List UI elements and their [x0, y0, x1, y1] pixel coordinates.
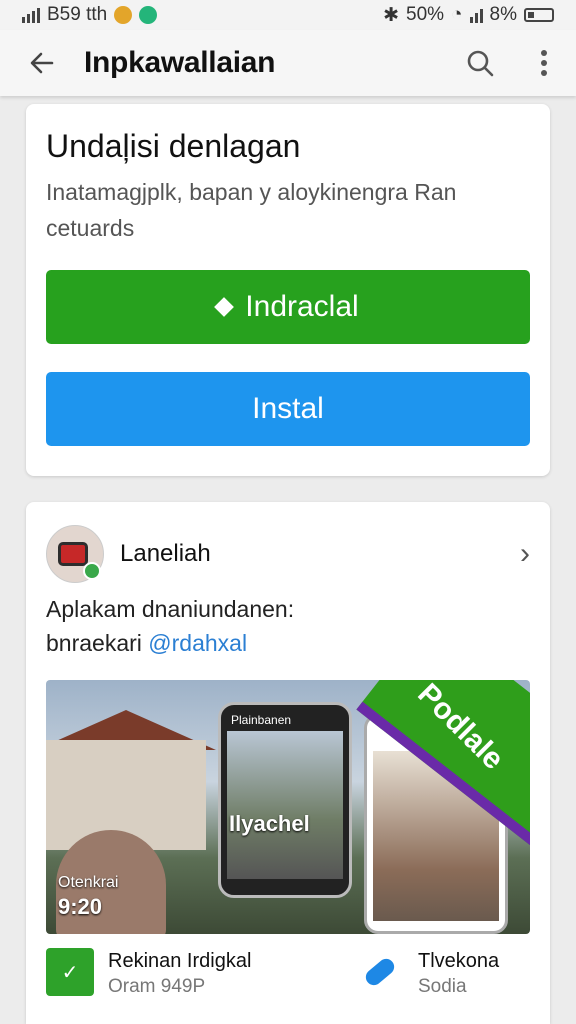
primary-install-button[interactable]: Indraclal [46, 270, 530, 344]
app-name-title: Undaļisi denlagan [46, 128, 301, 164]
phone-screen-label: Ilyachel [229, 811, 310, 836]
developer-handle-link[interactable]: @rdahxal [148, 630, 247, 656]
developer-description-line2: bnraekari @rdahxal [46, 626, 294, 660]
developer-description-line1: Aplakam dnaniundanen: [46, 596, 295, 622]
install-card: Undaļisi denlagan Inatamagjplk, bapan y … [26, 104, 550, 476]
bag-icon [58, 542, 88, 566]
promo-overlay-time: 9:20 [58, 894, 103, 919]
related-app-item[interactable]: Tlvekona Sodia [356, 948, 526, 1000]
related-app-name: Rekinan Irdigkal [108, 950, 252, 972]
phone-mockup-left: Plainbanen Ilyachel [218, 702, 352, 898]
app-notification-icon [139, 6, 158, 24]
search-button[interactable] [448, 30, 512, 96]
signal-icon [22, 7, 40, 23]
developer-avatar [46, 525, 104, 583]
cell-signal-icon [469, 7, 483, 23]
wifi-icon: ◔ [451, 4, 463, 25]
developer-card: Laneliah › Aplakam dnaniundanen: bnraeka… [26, 502, 550, 1024]
developer-description: Aplakam dnaniundanen: bnraekari @rdahxal [46, 592, 294, 660]
check-icon: ✓ [46, 948, 94, 996]
status-bar: B59 tth ✱ 50% ◔ 8% [0, 0, 576, 30]
app-description: Inatamagjplk, bapan y aloykinengra Ran c… [46, 179, 457, 241]
back-button[interactable] [0, 30, 84, 96]
developer-name: Laneliah [120, 540, 211, 567]
more-vert-icon [541, 50, 547, 76]
bluetooth-icon: ✱ [383, 4, 400, 26]
phone-header-text: Plainbanen [231, 713, 292, 727]
search-icon [467, 50, 494, 77]
more-options-button[interactable] [512, 30, 576, 96]
install-button[interactable]: Instal [46, 372, 530, 446]
status-time: B59 tth [47, 4, 108, 25]
promo-banner[interactable]: Otenkrai 9:20 Plainbanen Ilyachel Podlal… [46, 680, 530, 934]
verified-badge-icon [83, 562, 101, 580]
phone-screen [227, 731, 343, 879]
app-bar: Inpkawallaian [0, 30, 576, 96]
related-app-sub: Sodia [418, 976, 467, 997]
promo-overlay-label: Otenkrai [58, 874, 119, 891]
battery-icon [524, 8, 554, 22]
page-title: Inpkawallaian [84, 46, 276, 79]
related-app-sub: Oram 949P [108, 976, 206, 997]
related-app-item[interactable]: ✓ Rekinan Irdigkal Oram 949P [46, 948, 326, 1000]
battery-percent: 50% [406, 4, 445, 25]
related-app-name: Tlvekona [418, 950, 500, 972]
developer-description-prefix: bnraekari [46, 630, 142, 656]
diamond-icon [214, 297, 235, 317]
battery-percent-secondary: 8% [489, 4, 517, 25]
notification-icon [114, 6, 133, 24]
developer-row[interactable]: Laneliah › [46, 524, 530, 584]
chevron-right-icon: › [520, 537, 530, 570]
pill-icon [356, 948, 404, 996]
arrow-left-icon [30, 52, 54, 74]
primary-install-label: Indraclal [245, 290, 359, 323]
install-label: Instal [252, 392, 324, 425]
